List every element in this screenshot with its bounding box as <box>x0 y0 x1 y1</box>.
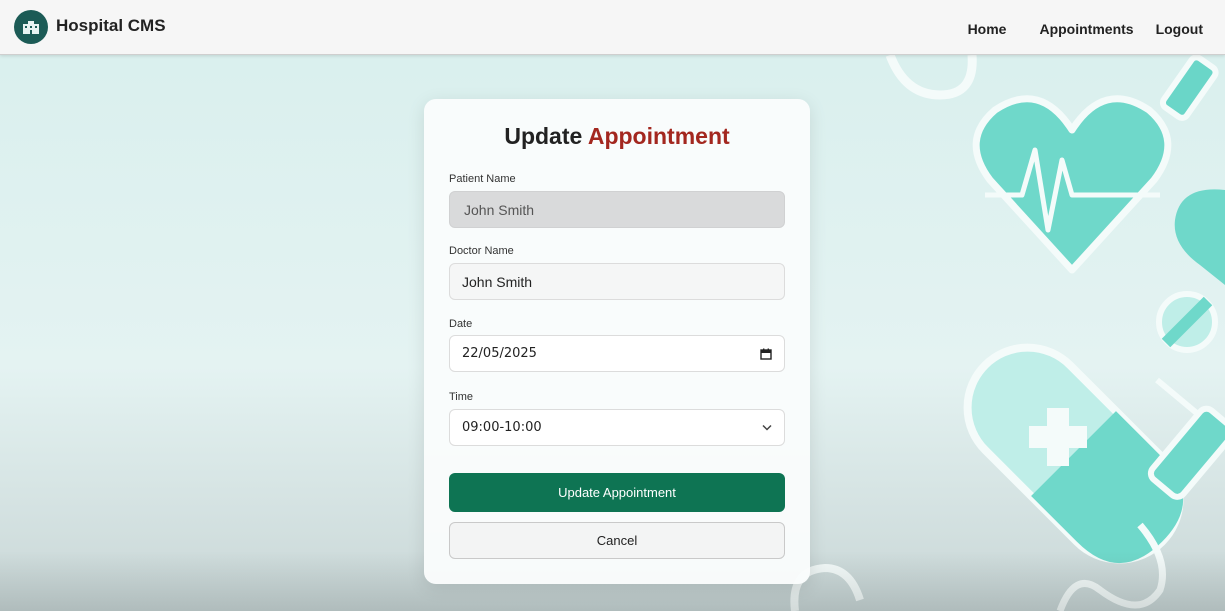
hospital-building-icon[interactable] <box>14 10 48 44</box>
update-appointment-button[interactable]: Update Appointment <box>449 473 785 512</box>
chevron-down-icon[interactable] <box>762 424 772 431</box>
time-label: Time <box>449 391 474 403</box>
date-value: 22/05/2025 <box>462 346 537 361</box>
calendar-icon[interactable] <box>760 348 772 360</box>
date-field[interactable]: 22/05/2025 <box>449 335 785 372</box>
title-prefix: Update <box>504 123 583 149</box>
title-accent: Appointment <box>587 123 730 149</box>
time-select[interactable]: 09:00-10:00 <box>449 409 785 446</box>
nav-appointments-link[interactable]: Appointments <box>1039 21 1133 37</box>
cancel-button[interactable]: Cancel <box>449 522 785 559</box>
doctor-name-field[interactable]: John Smith <box>449 263 785 300</box>
top-navbar: Hospital CMS Home Appointments Logout <box>0 0 1225 55</box>
patient-name-value: John Smith <box>464 201 535 218</box>
date-label: Date <box>449 318 473 330</box>
doctor-name-label: Doctor Name <box>449 245 514 257</box>
patient-name-field: John Smith <box>449 191 785 228</box>
patient-name-label: Patient Name <box>449 173 516 185</box>
nav-logout-link[interactable]: Logout <box>1156 21 1203 37</box>
page-title: Update Appointment <box>424 123 810 150</box>
nav-home-link[interactable]: Home <box>968 21 1007 37</box>
doctor-name-value: John Smith <box>462 273 533 290</box>
update-appointment-card: Update Appointment Patient Name John Smi… <box>424 99 810 584</box>
time-value: 09:00-10:00 <box>462 420 542 435</box>
brand-title: Hospital CMS <box>56 16 166 35</box>
main-nav: Home Appointments Logout <box>968 21 1203 37</box>
